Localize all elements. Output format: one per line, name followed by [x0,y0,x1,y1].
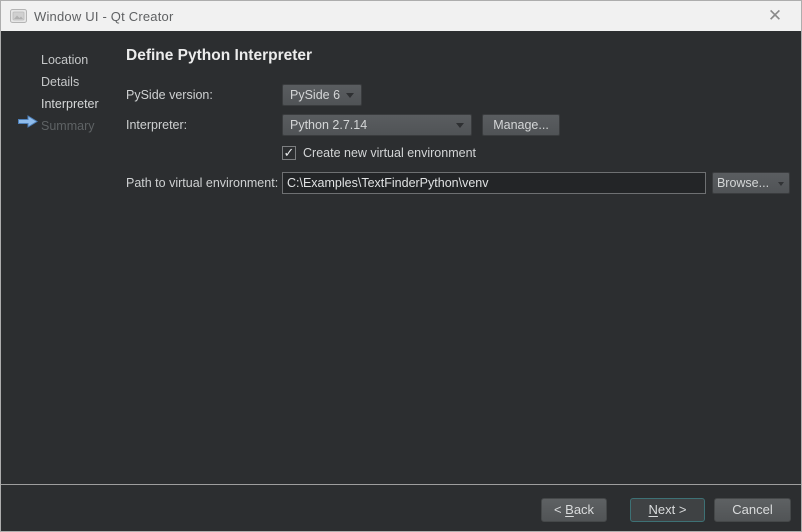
dialog-body: Location Details Interpreter Summary Def… [1,31,801,531]
back-button-suffix: ack [574,502,594,517]
next-button-suffix: ext > [658,502,687,517]
footer-separator [1,484,801,485]
pyside-version-combobox[interactable]: PySide 6 [282,84,362,106]
close-icon[interactable]: ✕ [762,1,788,31]
interpreter-value: Python 2.7.14 [290,118,367,132]
sidebar-item-summary: Summary [41,115,99,137]
venv-path-label: Path to virtual environment: [126,172,278,194]
dropdown-arrow-icon [778,182,784,186]
manage-button[interactable]: Manage... [482,114,560,136]
wizard-dialog: Window UI - Qt Creator ✕ Location Detail… [0,0,802,532]
back-button-mnemonic: B [565,502,574,517]
wizard-steps-sidebar: Location Details Interpreter Summary [41,49,99,137]
cancel-button[interactable]: Cancel [714,498,791,522]
dropdown-arrow-icon [346,93,354,98]
interpreter-combobox[interactable]: Python 2.7.14 [282,114,472,136]
window-icon [10,9,27,23]
dropdown-arrow-icon [456,123,464,128]
browse-button[interactable]: Browse... [712,172,790,194]
venv-checkbox-row: ✓ Create new virtual environment [282,146,476,160]
pyside-version-label: PySide version: [126,84,213,106]
sidebar-item-interpreter: Interpreter [41,93,99,115]
venv-checkbox[interactable]: ✓ [282,146,296,160]
window-title: Window UI - Qt Creator [34,9,174,24]
back-button-prefix: < [554,502,565,517]
title-bar[interactable]: Window UI - Qt Creator ✕ [1,1,801,31]
next-button[interactable]: Next > [630,498,705,522]
pyside-version-value: PySide 6 [290,88,340,102]
sidebar-item-details: Details [41,71,99,93]
interpreter-label: Interpreter: [126,114,187,136]
browse-button-label: Browse... [717,176,769,190]
current-step-arrow-icon [18,115,38,128]
venv-checkbox-label[interactable]: Create new virtual environment [303,146,476,160]
page-title: Define Python Interpreter [126,47,312,65]
back-button[interactable]: < Back [541,498,607,522]
next-button-mnemonic: N [649,502,658,517]
venv-path-input[interactable] [282,172,706,194]
sidebar-item-location: Location [41,49,99,71]
